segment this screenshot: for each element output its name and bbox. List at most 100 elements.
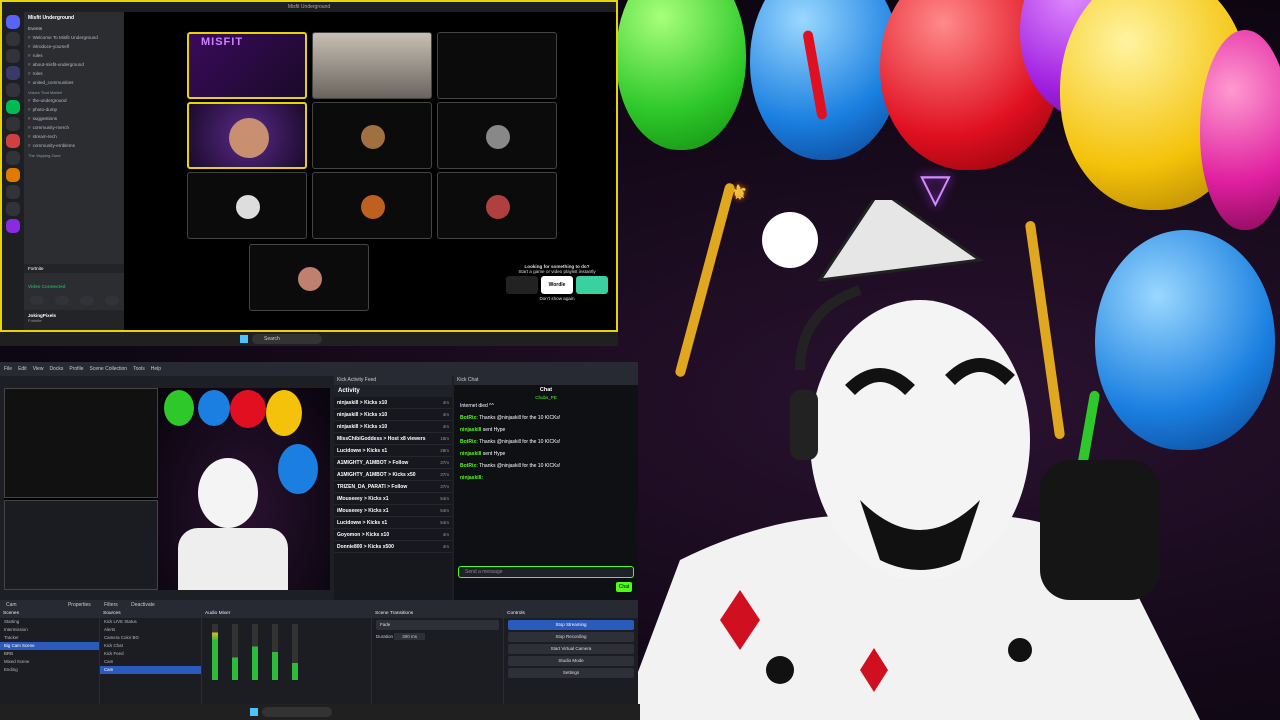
server-icon[interactable] <box>6 117 20 131</box>
volume-meter[interactable] <box>212 624 218 680</box>
source-item[interactable]: Cam <box>100 666 201 674</box>
chat-username[interactable]: BotRix: <box>460 463 478 469</box>
feed-row[interactable]: Goyomon > Kicks x10 4m <box>334 529 452 541</box>
video-tile-user[interactable] <box>437 172 557 239</box>
menu-item[interactable]: Profile <box>69 366 83 372</box>
control-button[interactable]: Studio Mode <box>508 656 634 666</box>
scene-item[interactable]: Ending <box>0 666 99 674</box>
feed-row[interactable]: MissChibiGoddess > Host x8 viewers 18m <box>334 433 452 445</box>
channel-item[interactable]: # photo-dump <box>24 105 124 114</box>
soundboard-icon[interactable] <box>104 296 119 305</box>
server-icon[interactable] <box>6 185 20 199</box>
video-tile-speaker[interactable] <box>187 102 307 169</box>
channel-item[interactable]: # roles <box>24 69 124 78</box>
video-tile-misfit[interactable]: MISFIT <box>187 32 307 99</box>
discord-home-icon[interactable] <box>6 15 20 29</box>
user-panel[interactable]: JokingPixels Fortnite <box>24 310 124 330</box>
scene-item[interactable]: Intermission <box>0 626 99 634</box>
channel-item[interactable]: # stream-tech <box>24 132 124 141</box>
server-icon[interactable] <box>6 151 20 165</box>
video-tile-user[interactable] <box>312 102 432 169</box>
feed-row[interactable]: ninjaskill > Kicks x10 4m <box>334 421 452 433</box>
channel-item[interactable]: # rules <box>24 51 124 60</box>
channel-item[interactable]: # the-underground <box>24 96 124 105</box>
chat-username[interactable]: BotRix: <box>460 439 478 445</box>
volume-meter[interactable] <box>272 624 278 680</box>
feed-row[interactable]: Donnie800 > Kicks x500 4m <box>334 541 452 553</box>
control-button[interactable]: Start Virtual Camera <box>508 644 634 654</box>
source-item[interactable]: Alerts <box>100 626 201 634</box>
server-icon[interactable] <box>6 202 20 216</box>
game-card-dark[interactable] <box>505 276 538 294</box>
channel-item[interactable]: # about-misfit-underground <box>24 60 124 69</box>
server-icon[interactable] <box>6 83 20 97</box>
server-icon[interactable] <box>6 219 20 233</box>
obs-preview[interactable] <box>4 388 330 590</box>
scene-item[interactable]: Tracker <box>0 634 99 642</box>
chat-username[interactable]: ninjaskill: <box>460 475 483 481</box>
feed-row[interactable]: iMouseeey > Kicks x1 54m <box>334 505 452 517</box>
server-icon[interactable] <box>6 49 20 63</box>
deactivate-button[interactable]: Deactivate <box>131 602 155 608</box>
feed-row[interactable]: Lucidoww > Kicks x1 28m <box>334 445 452 457</box>
channel-item[interactable]: # introduce-yourself <box>24 42 124 51</box>
feed-row[interactable]: A1MIGHTY_A1MBOT > Follow 37m <box>334 457 452 469</box>
video-tile-empty[interactable] <box>437 32 557 99</box>
video-tile-user[interactable] <box>437 102 557 169</box>
channel-item[interactable]: # united_communities <box>24 78 124 87</box>
server-icon[interactable] <box>6 168 20 182</box>
source-item[interactable]: Cam <box>100 658 201 666</box>
taskbar-search[interactable]: Search <box>252 334 322 344</box>
menu-item[interactable]: Tools <box>133 366 145 372</box>
source-item[interactable]: Camera Color BG <box>100 634 201 642</box>
server-icon[interactable] <box>6 100 20 114</box>
chat-username[interactable]: ninjaskill <box>460 427 481 433</box>
server-icon[interactable] <box>6 32 20 46</box>
control-button[interactable]: Settings <box>508 668 634 678</box>
activity-icon[interactable] <box>79 296 94 305</box>
control-button[interactable]: Stop Streaming <box>508 620 634 630</box>
feed-row[interactable]: TRIZEN_DA_PARATI > Follow 37m <box>334 481 452 493</box>
control-button[interactable]: Stop Recording <box>508 632 634 642</box>
source-item[interactable]: Kick Feed <box>100 650 201 658</box>
source-item[interactable]: Kick LIVE Status <box>100 618 201 626</box>
activity-header[interactable]: Activity <box>334 385 452 397</box>
video-tile-room[interactable] <box>312 32 432 99</box>
menu-item[interactable]: File <box>4 366 12 372</box>
server-name[interactable]: Misfit Underground <box>24 12 124 24</box>
channel-item[interactable]: # suggestions <box>24 114 124 123</box>
chat-send-button[interactable]: Chat <box>616 582 632 592</box>
scene-item[interactable]: BRB <box>0 650 99 658</box>
feed-row[interactable]: ninjaskill > Kicks x10 4m <box>334 409 452 421</box>
server-icon[interactable] <box>6 134 20 148</box>
properties-button[interactable]: Properties <box>68 602 91 608</box>
start-icon[interactable] <box>240 335 248 343</box>
menu-item[interactable]: Docks <box>49 366 63 372</box>
screen-share-icon[interactable] <box>54 296 69 305</box>
channel-category[interactable]: Voices That Matter! <box>24 87 124 96</box>
scene-item[interactable]: Starting <box>0 618 99 626</box>
channel-item[interactable]: # community-merch <box>24 123 124 132</box>
feed-row[interactable]: A1MIGHTY_A1MBOT > Kicks x50 37m <box>334 469 452 481</box>
taskbar-search[interactable] <box>262 707 332 717</box>
game-card-colorful[interactable] <box>576 276 609 294</box>
server-list[interactable] <box>2 12 24 330</box>
duration-input[interactable]: 300 ms <box>394 633 426 640</box>
menu-item[interactable]: Edit <box>18 366 27 372</box>
chat-input[interactable]: Send a message <box>458 566 634 578</box>
chat-username[interactable]: BotRix: <box>460 415 478 421</box>
camera-icon[interactable] <box>29 296 44 305</box>
volume-meter[interactable] <box>232 624 238 680</box>
start-icon[interactable] <box>250 708 258 716</box>
scene-item[interactable]: Mixed Scene <box>0 658 99 666</box>
feed-row[interactable]: Lucidoww > Kicks x1 54m <box>334 517 452 529</box>
transition-select[interactable]: Fade <box>376 620 499 630</box>
chat-username[interactable]: ninjaskill <box>460 451 481 457</box>
video-tile-user[interactable] <box>249 244 369 311</box>
dont-show-checkbox[interactable]: Don't show again <box>502 296 612 301</box>
feed-row[interactable]: iMouseeey > Kicks x1 54m <box>334 493 452 505</box>
scene-item[interactable]: Big Cam Scene <box>0 642 99 650</box>
menu-item[interactable]: View <box>33 366 44 372</box>
volume-meter[interactable] <box>292 624 298 680</box>
filters-button[interactable]: Filters <box>104 602 118 608</box>
